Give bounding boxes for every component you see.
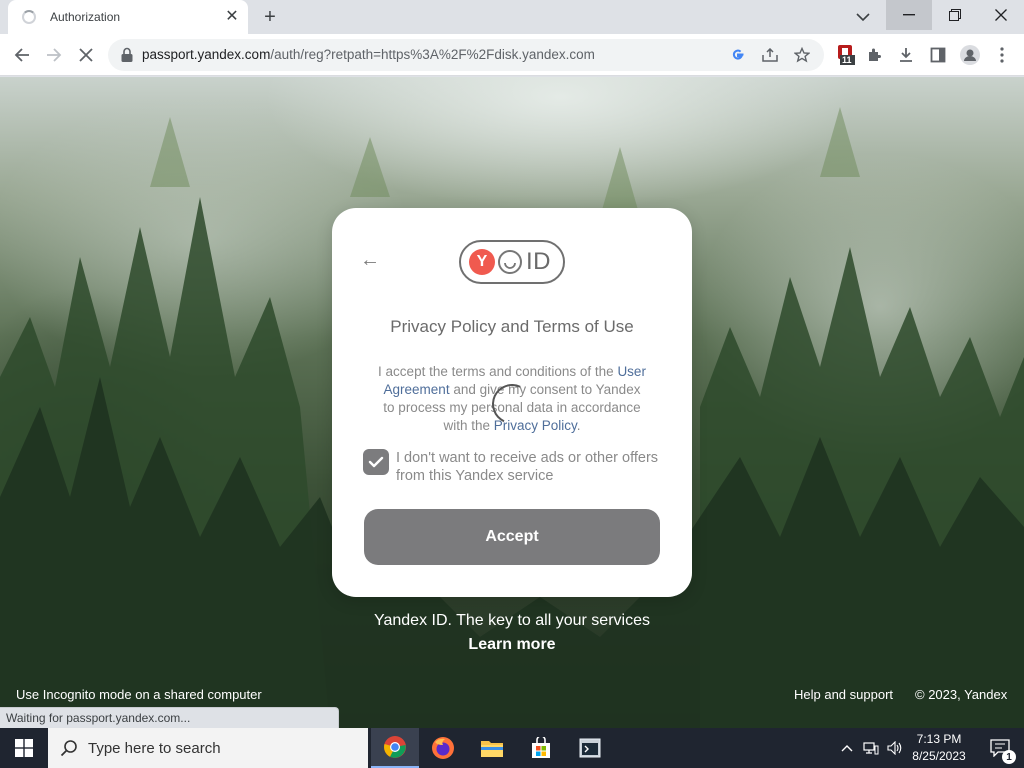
search-icon	[60, 740, 77, 757]
checkmark-icon	[368, 456, 384, 468]
taskbar-clock[interactable]: 7:13 PM 8/25/2023	[903, 731, 975, 765]
url-host: passport.yandex.com	[142, 47, 271, 62]
tab-search-chevron-icon[interactable]	[852, 6, 874, 28]
tab-close-icon[interactable]: ✕	[222, 7, 242, 27]
address-bar[interactable]: passport.yandex.com/auth/reg?retpath=htt…	[108, 39, 824, 71]
side-panel-icon[interactable]	[926, 43, 950, 67]
network-icon[interactable]	[860, 728, 882, 768]
loading-spinner-icon	[22, 10, 36, 24]
ads-opt-out-row[interactable]: I don't want to receive ads or other off…	[363, 449, 663, 485]
privacy-dialog: ← Y ID Privacy Policy and Terms of Use I…	[332, 208, 692, 597]
url-text: passport.yandex.com/auth/reg?retpath=htt…	[142, 47, 595, 62]
browser-menu-icon[interactable]	[990, 43, 1014, 67]
yandex-id-logo: Y ID	[459, 240, 565, 284]
windows-taskbar: Type here to search 7:13 PM 8/25/2023 1	[0, 728, 1024, 768]
clock-time: 7:13 PM	[916, 732, 962, 746]
window-close-button[interactable]	[978, 0, 1024, 30]
profile-avatar-icon[interactable]	[958, 43, 982, 67]
logo-id-text: ID	[526, 248, 551, 275]
back-arrow-icon[interactable]: ←	[358, 248, 382, 272]
browser-toolbar: passport.yandex.com/auth/reg?retpath=htt…	[0, 34, 1024, 76]
back-icon[interactable]	[10, 43, 34, 67]
smile-icon	[498, 250, 522, 274]
terms-text-part1: I accept the terms and conditions of the	[378, 364, 618, 379]
clock-date: 8/25/2023	[912, 749, 966, 763]
lock-icon	[121, 47, 133, 62]
extension-shield-icon[interactable]: 11	[834, 43, 858, 67]
tray-overflow-chevron-icon[interactable]	[838, 728, 856, 768]
notification-center-button[interactable]: 1	[980, 728, 1020, 768]
status-bar: Waiting for passport.yandex.com...	[0, 707, 339, 728]
bookmark-star-icon[interactable]	[790, 43, 814, 67]
chrome-taskbar-icon[interactable]	[371, 728, 419, 768]
accept-button[interactable]: Accept	[364, 509, 660, 565]
page-content: ← Y ID Privacy Policy and Terms of Use I…	[0, 77, 1024, 728]
new-tab-button[interactable]: +	[258, 5, 282, 29]
share-icon[interactable]	[758, 43, 782, 67]
store-taskbar-icon[interactable]	[517, 728, 565, 768]
dialog-title: Privacy Policy and Terms of Use	[390, 317, 634, 336]
incognito-note-link[interactable]: Use Incognito mode on a shared computer	[16, 687, 262, 702]
stop-loading-icon[interactable]	[74, 43, 98, 67]
help-support-link[interactable]: Help and support	[794, 687, 893, 702]
windows-logo-icon	[15, 739, 33, 757]
restore-button[interactable]	[932, 0, 978, 30]
forward-icon[interactable]	[42, 43, 66, 67]
firefox-taskbar-icon[interactable]	[419, 728, 467, 768]
download-icon[interactable]	[894, 43, 918, 67]
ads-opt-out-label: I don't want to receive ads or other off…	[396, 450, 659, 484]
taskbar-search-box[interactable]: Type here to search	[48, 728, 368, 768]
file-explorer-taskbar-icon[interactable]	[468, 728, 516, 768]
tab-authorization[interactable]: Authorization ✕	[8, 0, 248, 34]
yandex-y-icon: Y	[469, 249, 495, 275]
learn-more-link[interactable]: Learn more	[0, 636, 1024, 654]
terms-text-part3: .	[576, 418, 581, 433]
extensions-puzzle-icon[interactable]	[862, 43, 886, 67]
notification-count-badge: 1	[1002, 750, 1016, 764]
google-lens-icon[interactable]	[726, 43, 750, 67]
tagline: Yandex ID. The key to all your services	[374, 612, 650, 629]
extension-badge: 11	[842, 55, 852, 65]
tab-title: Authorization	[50, 10, 121, 24]
start-button[interactable]	[0, 728, 48, 768]
tab-strip: Authorization ✕ +	[0, 0, 1024, 34]
taskbar-search-placeholder: Type here to search	[88, 739, 221, 757]
terminal-taskbar-icon[interactable]	[566, 728, 614, 768]
copyright-text: © 2023, Yandex	[915, 687, 1008, 702]
ads-opt-out-checkbox[interactable]	[363, 449, 389, 475]
url-path: /auth/reg?retpath=https%3A%2F%2Fdisk.yan…	[270, 47, 595, 62]
minimize-button[interactable]	[886, 0, 932, 30]
